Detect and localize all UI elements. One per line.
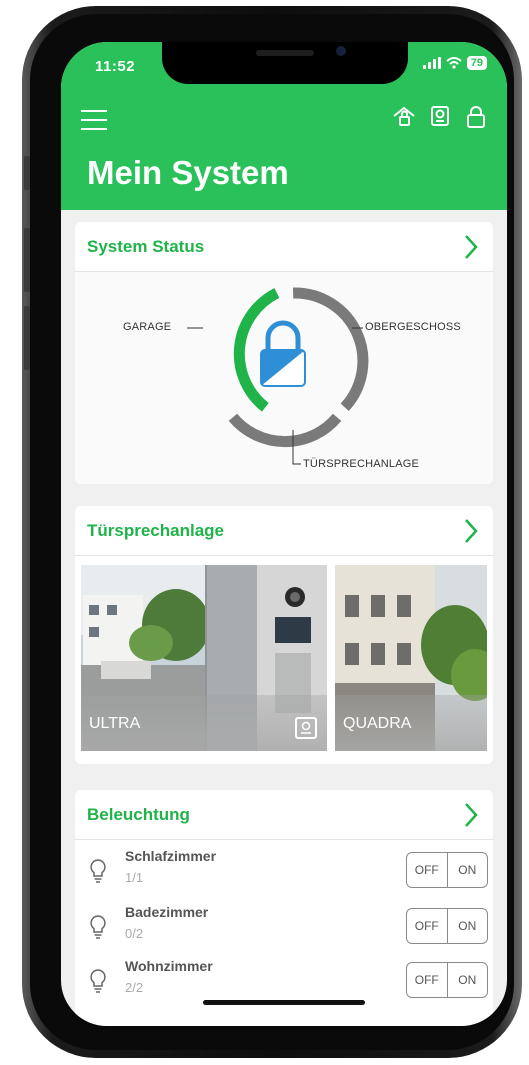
room-name: Wohnzimmer [125,958,213,974]
quadra-label: QUADRA [343,715,412,732]
light-count: 1/1 [125,870,144,885]
system-status-title: System Status [87,237,205,256]
intercom-header[interactable]: Türsprechanlage [75,506,493,556]
status-ring-area: GARAGE OBERGESCHOSS TÜRSPRECHANLAGE [75,272,493,484]
off-button[interactable]: OFF [407,853,447,887]
lighting-card: Beleuchtung Schlafzimmer 1/1 OFF ON Bade… [75,790,493,1026]
volume-down-button [24,306,30,370]
off-button[interactable]: OFF [407,963,447,997]
intercom-tile-ultra[interactable]: ULTRA [81,565,327,751]
intercom-device-icon [295,717,317,739]
lightbulb-icon [90,969,106,993]
light-count: 2/2 [125,980,144,995]
light-row-badezimmer: Badezimmer 0/2 OFF ON [75,904,493,956]
wifi-icon [446,57,462,69]
page-title: Mein System [87,154,289,191]
light-toggle: OFF ON [406,908,488,944]
lighting-title: Beleuchtung [87,805,190,824]
app-screen: 11:52 79 Mein System System Status GARAG… [61,42,507,1026]
signal-icon [422,57,441,69]
front-camera [336,46,346,56]
intercom-card: Türsprechanlage ULTRA QUADRA [75,506,493,764]
intercom-title: Türsprechanlage [87,521,224,540]
status-time: 11:52 [95,58,136,75]
obergeschoss-label: OBERGESCHOSS [365,321,461,333]
chevron-right-icon[interactable] [463,234,479,260]
speaker-grille [256,50,314,56]
ultra-label: ULTRA [89,715,141,732]
lightbulb-icon [90,859,106,883]
on-button[interactable]: ON [446,909,488,943]
padlock-icon [260,320,306,387]
tuersprechanlage-segment [228,413,342,448]
volume-up-button [24,228,30,292]
intercom-tiles: ULTRA QUADRA [75,556,493,751]
system-status-header[interactable]: System Status [75,222,493,272]
header-actions [391,104,489,130]
status-indicators: 79 [422,56,487,70]
room-name: Schlafzimmer [125,848,217,864]
off-button[interactable]: OFF [407,909,447,943]
chevron-right-icon[interactable] [463,518,479,544]
lighting-header[interactable]: Beleuchtung [75,790,493,840]
garage-label: GARAGE [123,321,172,333]
tuersprechanlage-label: TÜRSPRECHANLAGE [303,458,420,470]
room-name: Badezimmer [125,904,209,920]
hamburger-menu-icon[interactable] [81,110,107,130]
lock-icon[interactable] [463,104,489,130]
light-count: 0/2 [125,926,144,941]
volume-button [24,156,30,190]
device-notch [162,42,408,84]
system-status-card: System Status GARAGE OBERGESCHOSS TÜRSPR… [75,222,493,484]
on-button[interactable]: ON [446,963,488,997]
intercom-icon[interactable] [427,104,453,130]
intercom-tile-quadra[interactable]: QUADRA [335,565,487,751]
home-indicator[interactable] [203,1000,365,1005]
lightbulb-icon [90,915,106,939]
light-toggle: OFF ON [406,852,488,888]
light-row-schlafzimmer: Schlafzimmer 1/1 OFF ON [75,848,493,900]
battery-indicator: 79 [466,56,487,70]
on-button[interactable]: ON [446,853,488,887]
home-lock-icon[interactable] [391,104,417,130]
chevron-right-icon[interactable] [463,802,479,828]
light-toggle: OFF ON [406,962,488,998]
